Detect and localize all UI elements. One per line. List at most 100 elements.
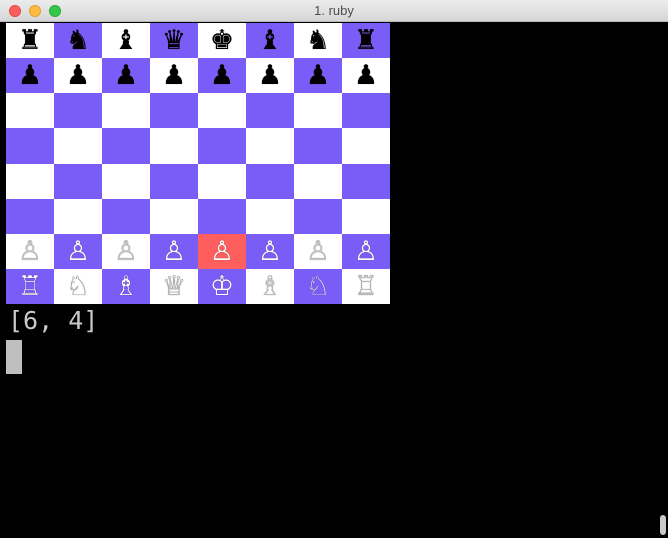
black-pawn-icon: ♟ <box>209 60 235 92</box>
board-square[interactable] <box>294 198 342 234</box>
board-square[interactable]: ♕ <box>150 268 198 304</box>
board-square[interactable] <box>6 163 54 199</box>
board-square[interactable]: ♙ <box>102 233 150 269</box>
white-rook-icon: ♖ <box>17 270 43 302</box>
board-square[interactable] <box>198 128 246 164</box>
board-square[interactable] <box>246 128 294 164</box>
white-pawn-icon: ♙ <box>113 235 139 267</box>
board-square[interactable]: ♙ <box>198 233 246 269</box>
black-knight-icon: ♞ <box>65 25 91 57</box>
board-square[interactable]: ♟ <box>342 58 390 94</box>
board-square[interactable]: ♟ <box>102 58 150 94</box>
board-square[interactable]: ♔ <box>198 268 246 304</box>
board-square[interactable] <box>6 128 54 164</box>
board-square[interactable] <box>198 198 246 234</box>
terminal-window: 1. ruby ♜ ♞ ♝ ♛ ♚ ♝ ♞ ♜ ♟ ♟ ♟ ♟ ♟ ♟ ♟ ♟ ♙ ♙ ♙ ♙ ♙ ♙ ♙ ♙ ♖ ♘ ♗ ♕ ♔ ♗ ♘ ♖… <box>0 0 668 538</box>
white-pawn-icon: ♙ <box>209 235 235 267</box>
board-square[interactable] <box>294 93 342 129</box>
chess-board: ♜ ♞ ♝ ♛ ♚ ♝ ♞ ♜ ♟ ♟ ♟ ♟ ♟ ♟ ♟ ♟ ♙ ♙ ♙ ♙ ♙ ♙ ♙ ♙ ♖ ♘ ♗ ♕ ♔ ♗ ♘ ♖ <box>6 23 390 304</box>
board-square[interactable] <box>102 198 150 234</box>
board-square[interactable]: ♟ <box>294 58 342 94</box>
white-queen-icon: ♕ <box>161 270 187 302</box>
board-square[interactable] <box>294 128 342 164</box>
board-square[interactable] <box>246 93 294 129</box>
board-square[interactable] <box>54 128 102 164</box>
board-square[interactable] <box>102 163 150 199</box>
white-knight-icon: ♘ <box>65 270 91 302</box>
board-square[interactable] <box>150 128 198 164</box>
white-king-icon: ♔ <box>209 270 235 302</box>
black-knight-icon: ♞ <box>305 25 331 57</box>
board-square[interactable] <box>150 163 198 199</box>
black-pawn-icon: ♟ <box>113 60 139 92</box>
window-title: 1. ruby <box>314 3 354 18</box>
board-square[interactable]: ♙ <box>294 233 342 269</box>
black-queen-icon: ♛ <box>161 25 187 57</box>
board-square[interactable] <box>102 128 150 164</box>
board-square[interactable]: ♟ <box>246 58 294 94</box>
black-rook-icon: ♜ <box>17 25 43 57</box>
board-square[interactable]: ♘ <box>294 268 342 304</box>
board-square[interactable]: ♝ <box>102 23 150 59</box>
white-pawn-icon: ♙ <box>17 235 43 267</box>
white-pawn-icon: ♙ <box>65 235 91 267</box>
board-square[interactable]: ♝ <box>246 23 294 59</box>
board-square[interactable]: ♙ <box>6 233 54 269</box>
board-square[interactable] <box>294 163 342 199</box>
board-square[interactable]: ♗ <box>102 268 150 304</box>
board-square[interactable] <box>246 163 294 199</box>
board-square[interactable] <box>150 198 198 234</box>
board-square[interactable]: ♙ <box>342 233 390 269</box>
board-square[interactable] <box>342 198 390 234</box>
white-rook-icon: ♖ <box>353 270 379 302</box>
board-square[interactable]: ♘ <box>54 268 102 304</box>
board-square[interactable]: ♟ <box>150 58 198 94</box>
board-square[interactable]: ♟ <box>54 58 102 94</box>
black-pawn-icon: ♟ <box>353 60 379 92</box>
black-rook-icon: ♜ <box>353 25 379 57</box>
black-pawn-icon: ♟ <box>305 60 331 92</box>
board-square[interactable]: ♙ <box>246 233 294 269</box>
board-square[interactable] <box>342 163 390 199</box>
black-pawn-icon: ♟ <box>65 60 91 92</box>
board-square[interactable]: ♖ <box>6 268 54 304</box>
black-pawn-icon: ♟ <box>257 60 283 92</box>
terminal-output: [6, 4] <box>8 306 99 335</box>
board-square[interactable] <box>342 128 390 164</box>
board-square[interactable] <box>246 198 294 234</box>
board-square[interactable] <box>6 198 54 234</box>
black-pawn-icon: ♟ <box>161 60 187 92</box>
black-king-icon: ♚ <box>209 25 235 57</box>
board-square[interactable] <box>342 93 390 129</box>
white-pawn-icon: ♙ <box>353 235 379 267</box>
white-pawn-icon: ♙ <box>161 235 187 267</box>
scrollbar[interactable] <box>660 515 666 535</box>
board-square[interactable] <box>6 93 54 129</box>
board-square[interactable]: ♟ <box>6 58 54 94</box>
white-pawn-icon: ♙ <box>257 235 283 267</box>
board-square[interactable]: ♙ <box>150 233 198 269</box>
board-square[interactable] <box>198 163 246 199</box>
board-square[interactable] <box>150 93 198 129</box>
board-square[interactable]: ♛ <box>150 23 198 59</box>
terminal-cursor <box>6 340 22 374</box>
board-square[interactable] <box>102 93 150 129</box>
board-square[interactable]: ♜ <box>6 23 54 59</box>
board-square[interactable]: ♖ <box>342 268 390 304</box>
title-bar: 1. ruby <box>0 0 668 22</box>
board-square[interactable]: ♙ <box>54 233 102 269</box>
board-square[interactable] <box>54 93 102 129</box>
board-square[interactable]: ♜ <box>342 23 390 59</box>
board-square[interactable] <box>198 93 246 129</box>
board-square[interactable]: ♟ <box>198 58 246 94</box>
board-square[interactable]: ♞ <box>54 23 102 59</box>
white-bishop-icon: ♗ <box>113 270 139 302</box>
board-square[interactable]: ♚ <box>198 23 246 59</box>
board-square[interactable]: ♞ <box>294 23 342 59</box>
white-knight-icon: ♘ <box>305 270 331 302</box>
white-bishop-icon: ♗ <box>257 270 283 302</box>
board-square[interactable] <box>54 198 102 234</box>
board-square[interactable]: ♗ <box>246 268 294 304</box>
board-square[interactable] <box>54 163 102 199</box>
black-pawn-icon: ♟ <box>17 60 43 92</box>
